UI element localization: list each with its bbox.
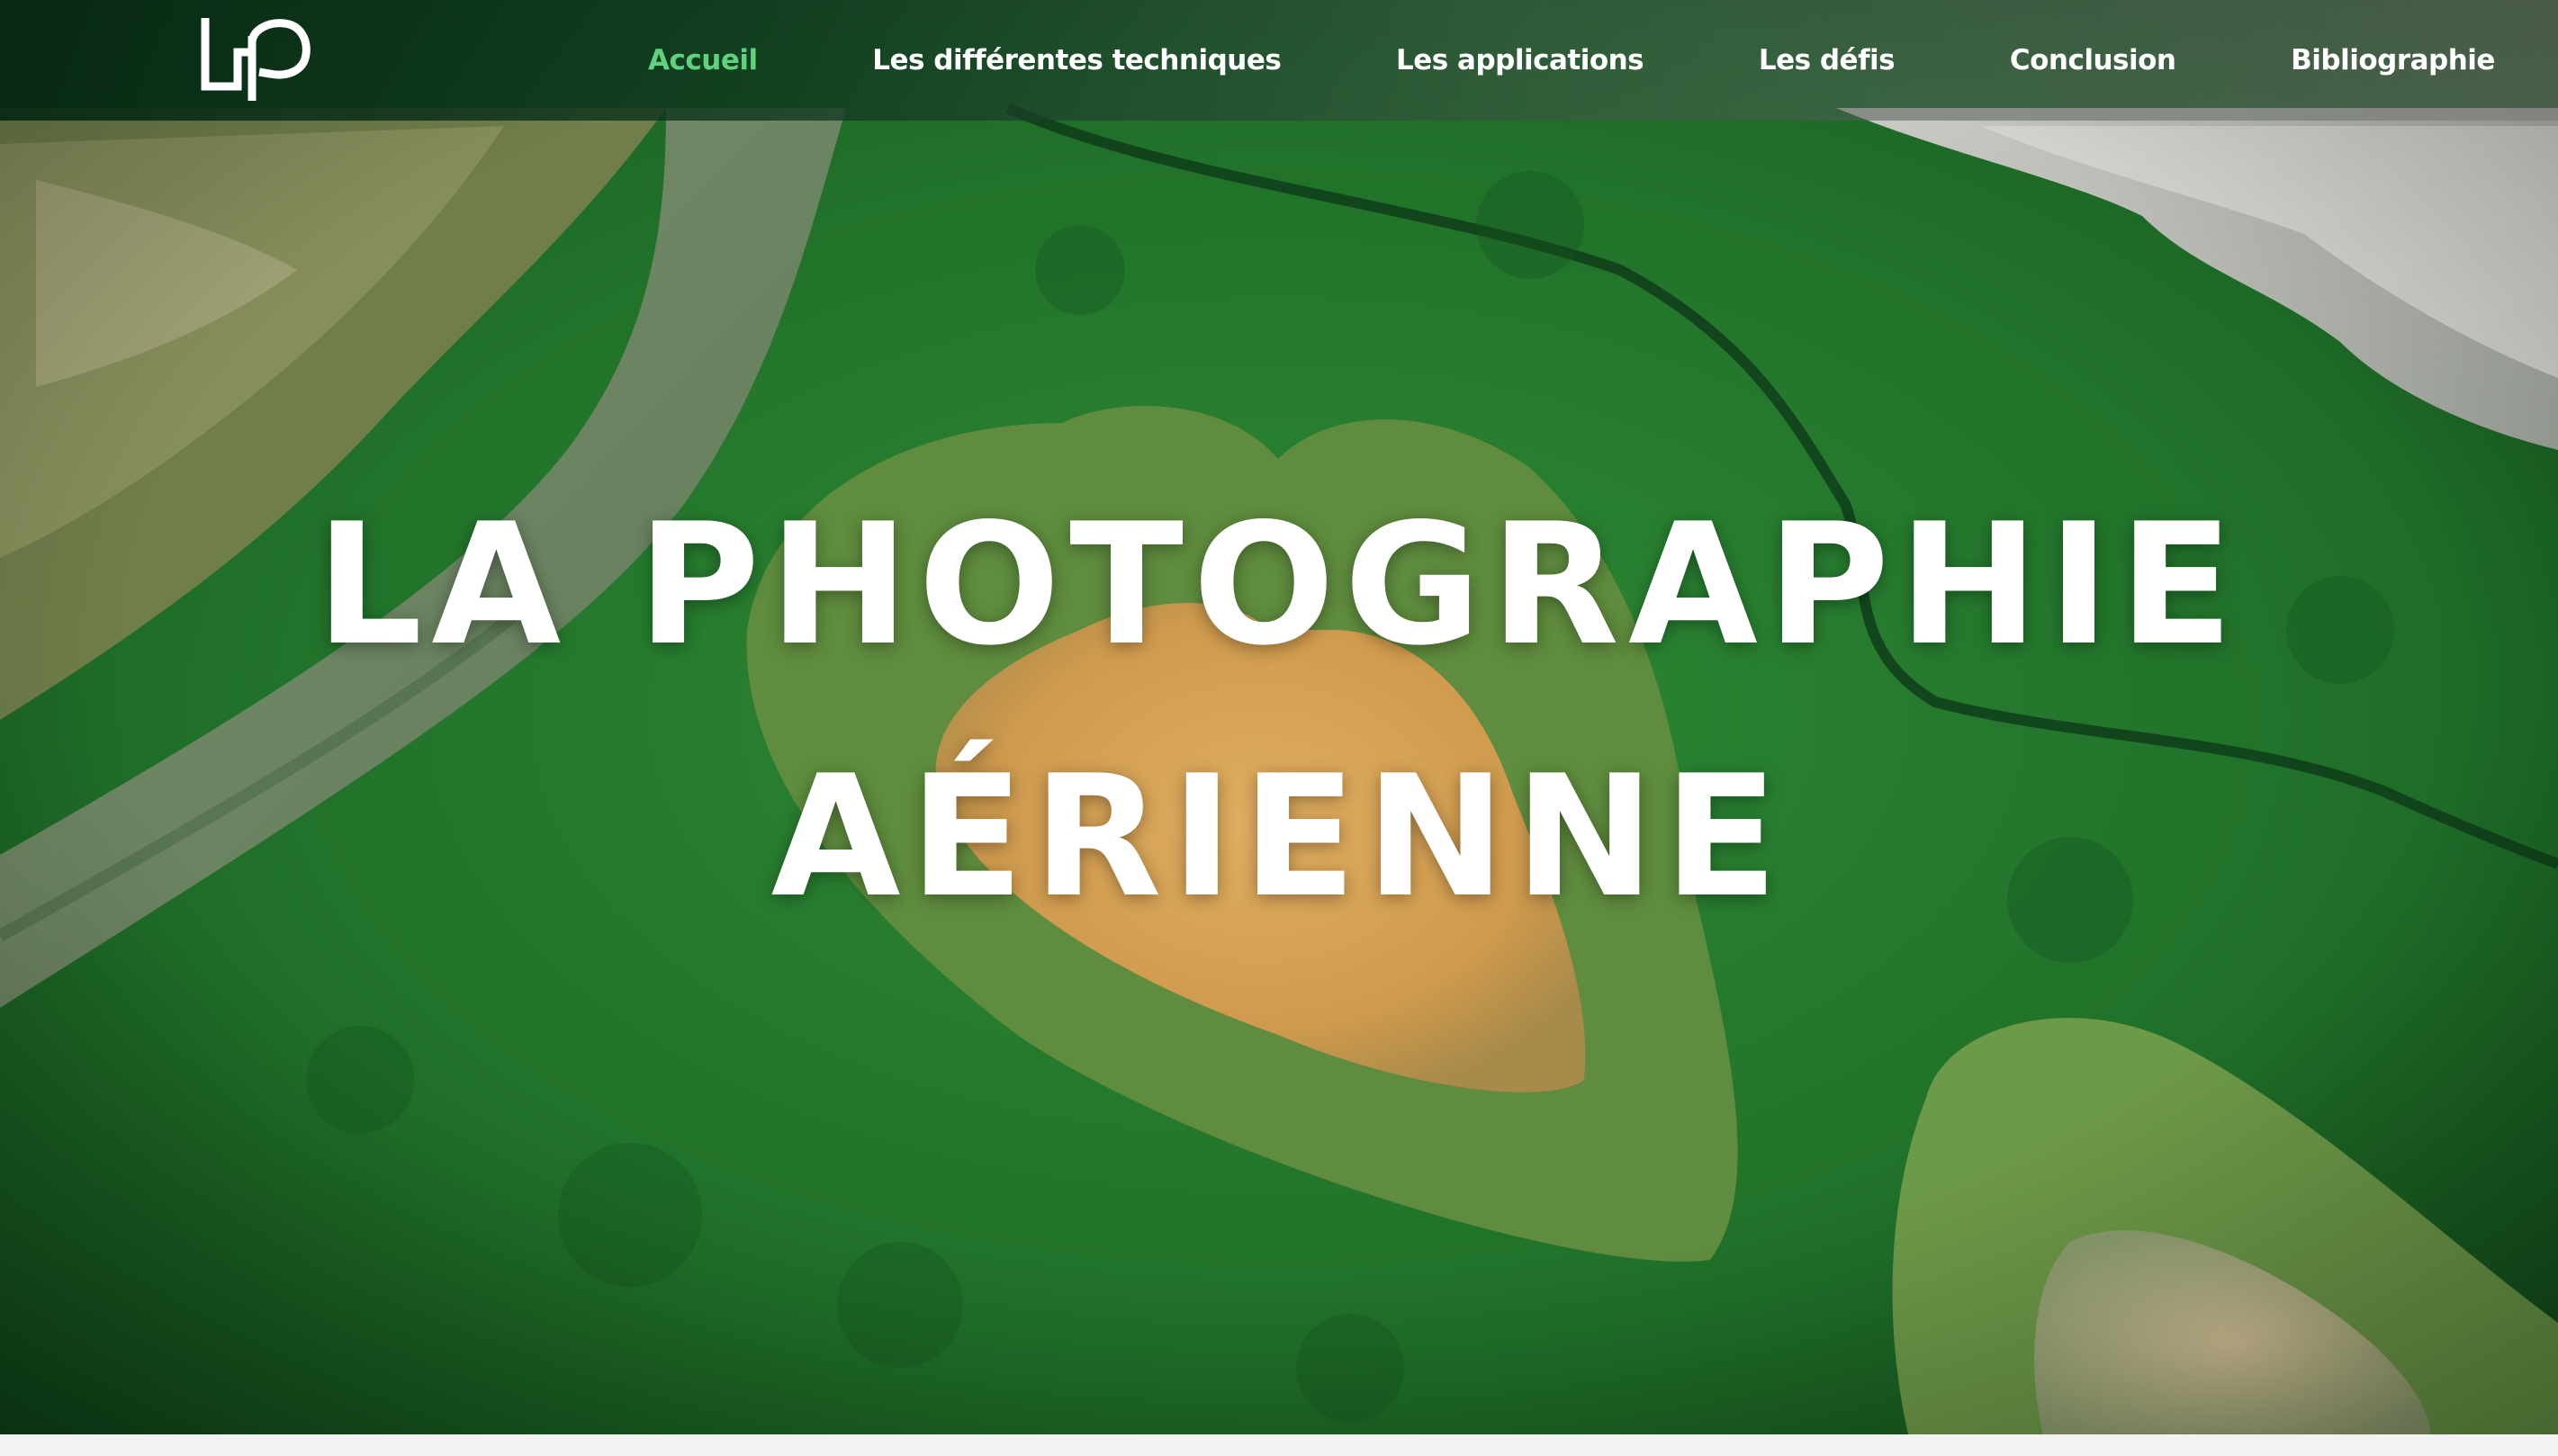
lip-logo-glyph <box>201 17 311 101</box>
top-navbar: Accueil Les différentes techniques Les a… <box>0 0 2558 121</box>
nav-link-bibliographie[interactable]: Bibliographie <box>2273 33 2513 87</box>
nav-link-defis[interactable]: Les défis <box>1741 33 1913 87</box>
hero-title: LA PHOTOGRAPHIE AÉRIENNE <box>0 459 2558 963</box>
nav-link-applications[interactable]: Les applications <box>1378 33 1662 87</box>
hero-section: Accueil Les différentes techniques Les a… <box>0 0 2558 1434</box>
hero-title-line-2: AÉRIENNE <box>770 739 1788 934</box>
lip-logo-icon[interactable] <box>200 17 311 104</box>
page: Accueil Les différentes techniques Les a… <box>0 0 2558 1456</box>
nav-link-techniques[interactable]: Les différentes techniques <box>854 33 1299 87</box>
main-nav: Accueil Les différentes techniques Les a… <box>630 0 2513 121</box>
nav-link-conclusion[interactable]: Conclusion <box>1992 33 2194 87</box>
page-bottom-strip <box>0 1434 2558 1456</box>
hero-title-line-1: LA PHOTOGRAPHIE <box>315 487 2243 682</box>
nav-link-accueil[interactable]: Accueil <box>630 33 776 87</box>
